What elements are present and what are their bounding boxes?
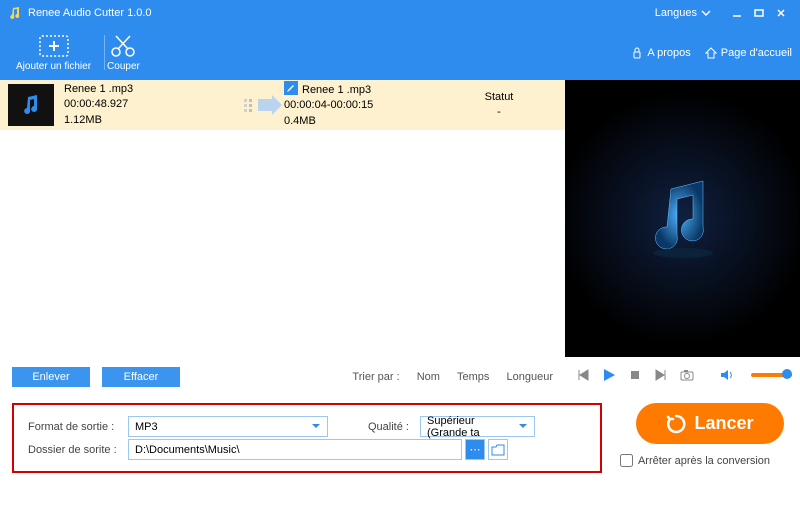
format-label: Format de sortie : [28, 421, 128, 433]
app-icon [8, 6, 22, 20]
add-file-button[interactable]: Ajouter un fichier [8, 29, 99, 76]
prev-button[interactable] [573, 365, 593, 385]
arrow-icon [239, 95, 284, 115]
more-path-button[interactable]: ⋯ [465, 439, 485, 460]
edit-icon[interactable] [284, 81, 298, 95]
app-title: Renee Audio Cutter 1.0.0 [28, 7, 655, 19]
sort-controls: Trier par : Nom Temps Longueur [192, 371, 553, 383]
snapshot-button[interactable] [677, 365, 697, 385]
folder-label: Dossier de sorite : [28, 444, 128, 456]
sort-length[interactable]: Longueur [507, 371, 554, 383]
output-settings-panel: Format de sortie : MP3 Qualité : Supérie… [12, 403, 602, 473]
maximize-button[interactable] [748, 4, 770, 22]
home-link[interactable]: Page d'accueil [705, 47, 792, 59]
close-button[interactable] [770, 4, 792, 22]
cut-button[interactable]: Couper [99, 29, 148, 76]
stop-after-checkbox[interactable]: Arrêter après la conversion [620, 454, 770, 467]
preview-area [565, 80, 800, 357]
about-link[interactable]: A propos [631, 47, 690, 59]
next-button[interactable] [651, 365, 671, 385]
stop-button[interactable] [625, 365, 645, 385]
play-button[interactable] [599, 365, 619, 385]
language-dropdown[interactable]: Langues [655, 7, 711, 19]
volume-icon[interactable] [717, 365, 737, 385]
format-dropdown[interactable]: MP3 [128, 416, 328, 437]
launch-button[interactable]: Lancer [636, 403, 783, 444]
output-file-info: Renee 1 .mp3 00:00:04-00:00:15 0.4MB [284, 81, 459, 129]
browse-folder-button[interactable] [488, 439, 508, 460]
source-file-info: Renee 1 .mp3 00:00:48.927 1.12MB [64, 82, 239, 128]
status-column: Statut - [459, 90, 539, 121]
sort-time[interactable]: Temps [457, 371, 489, 383]
file-thumbnail [8, 84, 54, 126]
output-folder-input[interactable]: D:\Documents\Music\ [128, 439, 462, 460]
minimize-button[interactable] [726, 4, 748, 22]
clear-button[interactable]: Effacer [102, 367, 180, 387]
remove-button[interactable]: Enlever [12, 367, 90, 387]
quality-dropdown[interactable]: Supérieur (Grande ta [420, 416, 535, 437]
quality-label: Qualité : [368, 421, 420, 433]
volume-slider[interactable] [751, 373, 792, 377]
file-row[interactable]: Renee 1 .mp3 00:00:48.927 1.12MB Renee 1… [0, 80, 565, 130]
sort-name[interactable]: Nom [417, 371, 440, 383]
